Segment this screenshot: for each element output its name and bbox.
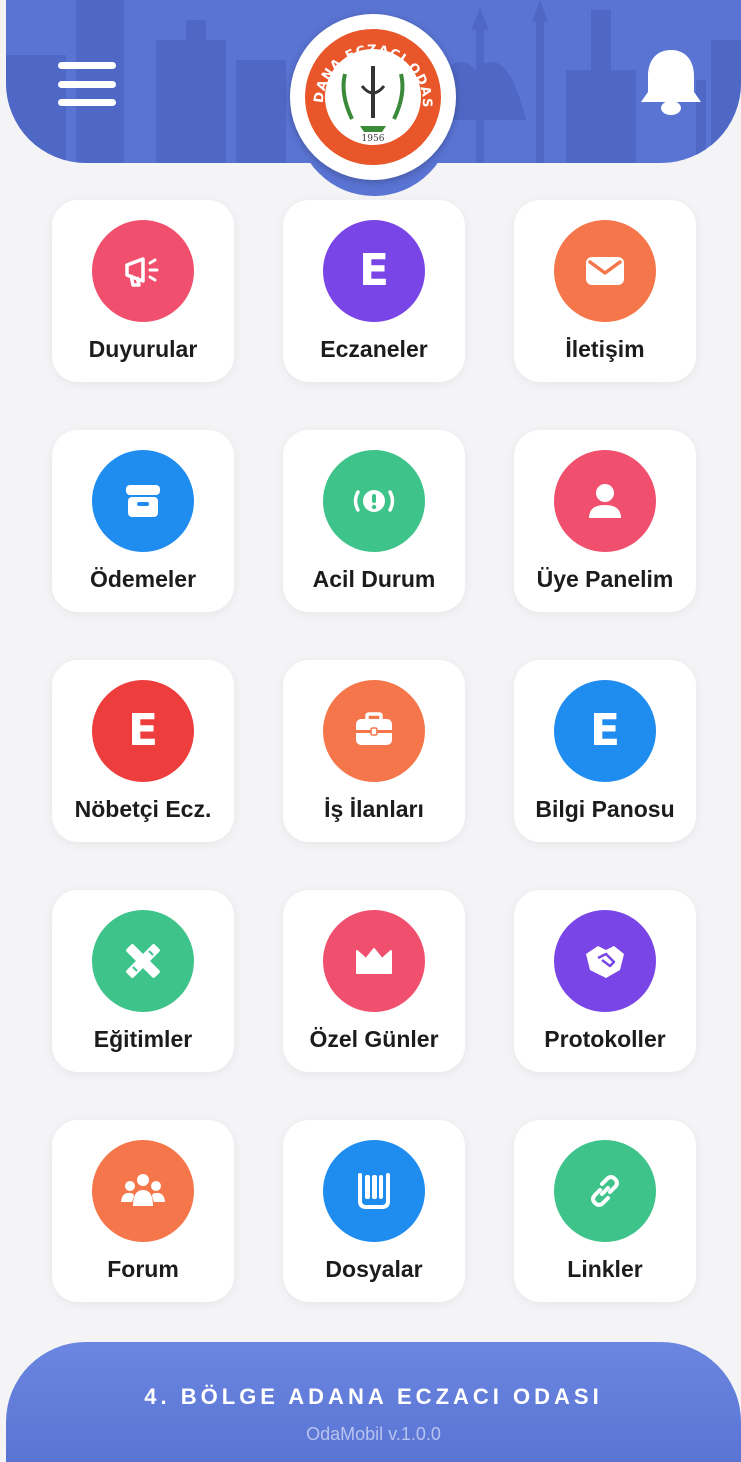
tile-forum[interactable]: Forum — [52, 1120, 234, 1302]
organization-name: 4. BÖLGE ADANA ECZACI ODASI — [144, 1384, 603, 1409]
hamburger-icon — [58, 62, 116, 69]
alert-icon — [353, 490, 395, 512]
tile-uye-panelim[interactable]: Üye Panelim — [514, 430, 696, 612]
tile-icon-circle — [92, 1140, 194, 1242]
tile-eczaneler[interactable]: E Eczaneler — [283, 200, 465, 382]
tile-label: Ödemeler — [89, 566, 197, 592]
archive-box-icon — [126, 485, 160, 517]
letter-e-icon: E — [127, 705, 159, 756]
tile-label: Eğitimler — [93, 1026, 193, 1052]
tile-label: Linkler — [567, 1256, 643, 1282]
menu-button[interactable] — [58, 62, 116, 106]
envelope-icon — [586, 257, 624, 285]
tile-protokoller[interactable]: Protokoller — [514, 890, 696, 1072]
tile-label: İş İlanları — [324, 796, 424, 822]
tile-iletisim[interactable]: İletişim — [514, 200, 696, 382]
tile-label: Protokoller — [544, 1026, 666, 1052]
logo-emblem: ADANA ECZACI ODASI — [290, 14, 441, 165]
tile-label: Nöbetçi Ecz. — [74, 796, 212, 822]
tile-ozel-gunler[interactable]: Özel Günler — [283, 890, 465, 1072]
tile-icon-circle — [554, 220, 656, 322]
tile-icon-circle — [92, 910, 194, 1012]
tile-odemeler[interactable]: Ödemeler — [52, 430, 234, 612]
users-icon — [121, 1174, 165, 1206]
tile-bilgi-panosu[interactable]: E Bilgi Panosu — [514, 660, 696, 842]
tile-icon-circle — [92, 220, 194, 322]
tile-icon-circle — [554, 450, 656, 552]
handshake-icon — [586, 946, 624, 978]
hamburger-line — [58, 99, 116, 106]
tile-duyurular[interactable]: Duyurular — [52, 200, 234, 382]
pencil-ruler-icon — [126, 944, 160, 978]
tile-label: Forum — [107, 1256, 179, 1282]
tile-icon-circle — [323, 910, 425, 1012]
tile-icon-circle — [554, 910, 656, 1012]
app-version: OdaMobil v.1.0.0 — [306, 1424, 441, 1444]
letter-e-icon: E — [358, 245, 390, 296]
bell-icon — [641, 50, 701, 115]
crown-icon — [356, 948, 392, 974]
tile-nobetci-eczane[interactable]: E Nöbetçi Ecz. — [52, 660, 234, 842]
tile-label: Dosyalar — [325, 1256, 423, 1282]
tile-icon-circle — [323, 1140, 425, 1242]
logo-container: ADANA ECZACI ODASI 1956 — [290, 14, 456, 198]
tile-icon-circle — [323, 680, 425, 782]
tile-label: Eczaneler — [320, 336, 428, 362]
app-footer: 4. BÖLGE ADANA ECZACI ODASI OdaMobil v.1… — [6, 1342, 741, 1462]
tile-icon-circle — [554, 1140, 656, 1242]
tile-label: İletişim — [565, 336, 645, 362]
tile-icon-circle: E — [323, 220, 425, 322]
tile-dosyalar[interactable]: Dosyalar — [283, 1120, 465, 1302]
book-icon — [358, 1173, 390, 1209]
tile-egitimler[interactable]: Eğitimler — [52, 890, 234, 1072]
tile-label: Özel Günler — [309, 1026, 439, 1052]
letter-e-icon: E — [589, 705, 621, 756]
briefcase-icon — [356, 712, 392, 745]
tile-label: Bilgi Panosu — [535, 796, 675, 822]
user-icon — [589, 484, 621, 518]
tile-is-ilanlari[interactable]: İş İlanları — [283, 660, 465, 842]
tile-label: Üye Panelim — [536, 566, 674, 592]
notifications-button[interactable] — [638, 46, 704, 118]
tile-label: Acil Durum — [312, 566, 436, 592]
menu-grid: Duyurular E Eczaneler İletişim Ödemeler — [52, 200, 696, 1302]
logo-year: 1956 — [361, 134, 385, 144]
tile-linkler[interactable]: Linkler — [514, 1120, 696, 1302]
tile-acil-durum[interactable]: Acil Durum — [283, 430, 465, 612]
tile-icon-circle: E — [554, 680, 656, 782]
link-icon — [591, 1175, 619, 1207]
megaphone-icon — [125, 257, 159, 287]
tile-icon-circle: E — [92, 680, 194, 782]
tile-label: Duyurular — [88, 336, 198, 362]
chamber-logo[interactable]: ADANA ECZACI ODASI 1956 — [290, 14, 456, 180]
hamburger-line — [58, 80, 116, 88]
tile-icon-circle — [323, 450, 425, 552]
tile-icon-circle — [92, 450, 194, 552]
